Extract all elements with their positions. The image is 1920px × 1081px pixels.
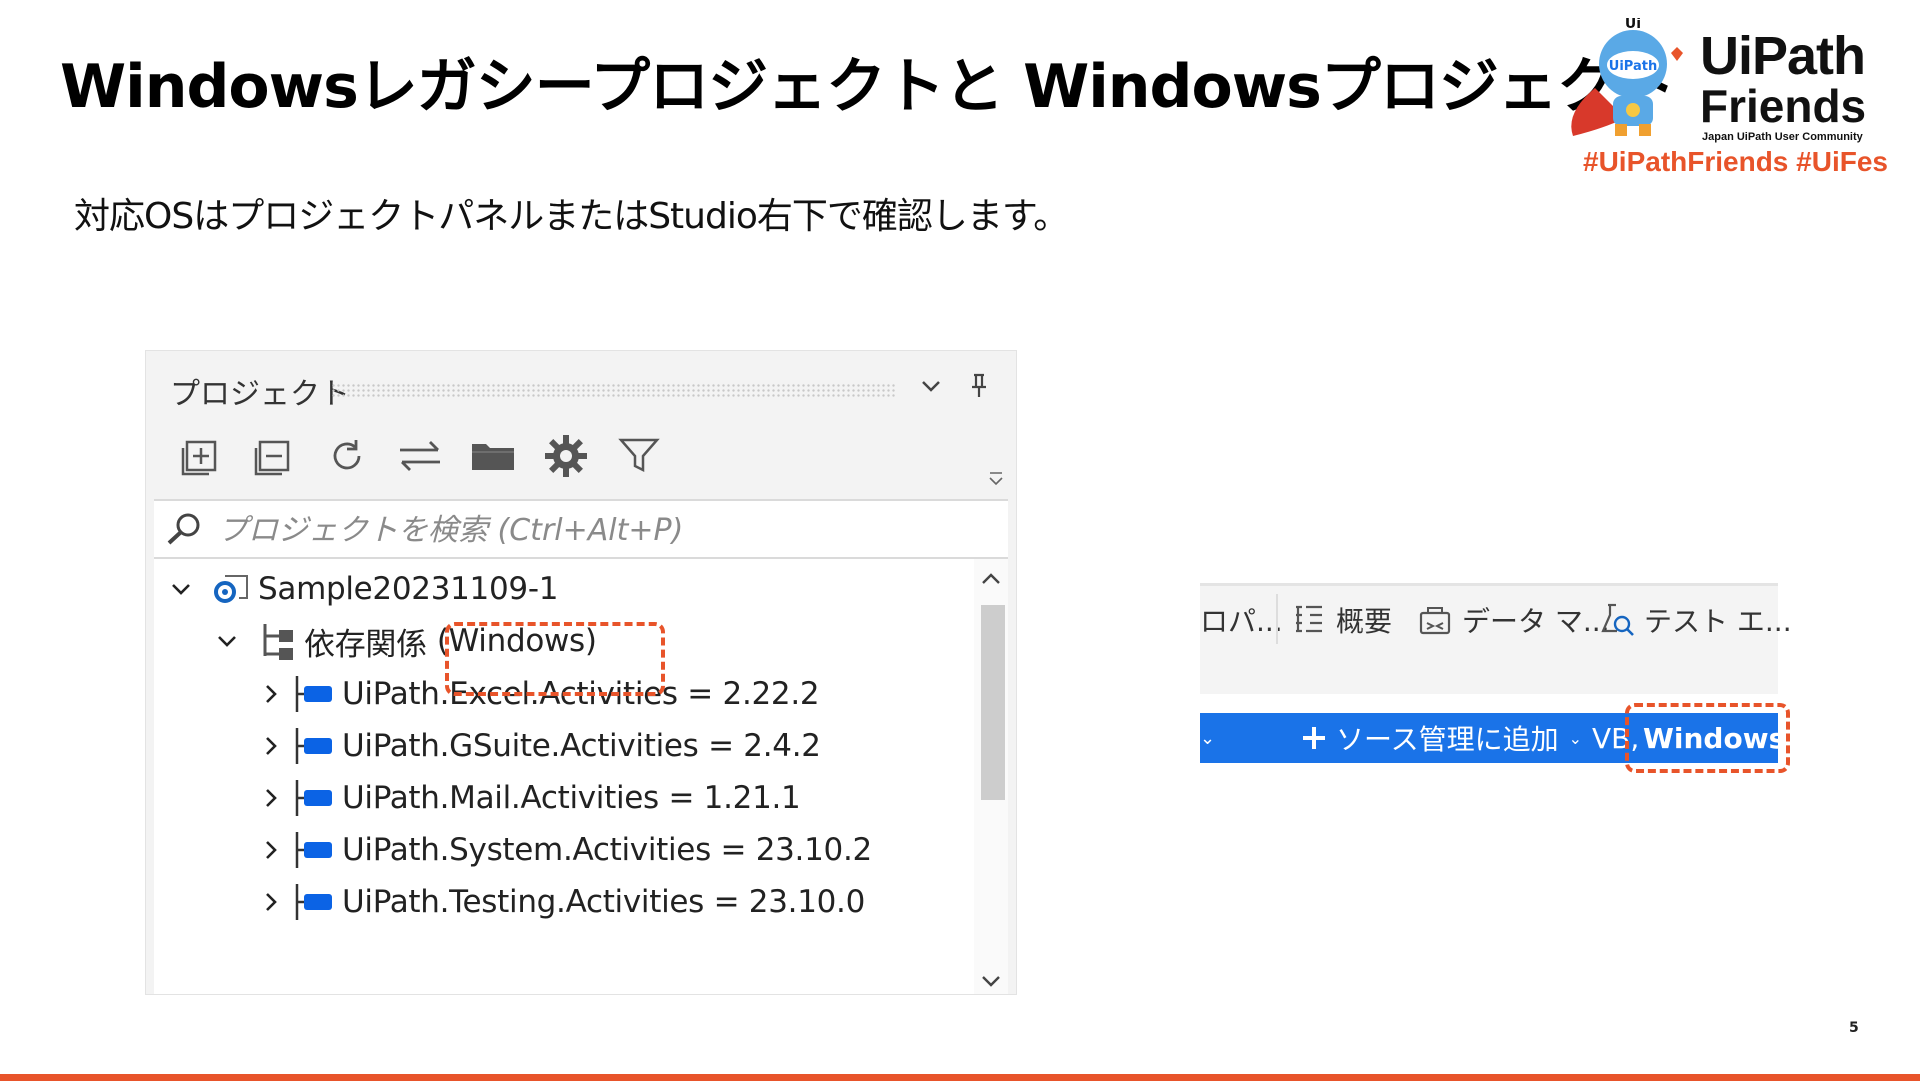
package-label: UiPath.System.Activities = 23.10.2	[342, 832, 872, 868]
mascot-badge-text: UiPath	[1609, 59, 1657, 74]
page-number: 5	[1849, 1020, 1859, 1036]
tab-data-manager[interactable]: データ マ...	[1418, 598, 1610, 642]
plus-icon	[1303, 727, 1325, 749]
chevron-down-icon[interactable]	[166, 574, 196, 604]
add-source-control-label: ソース管理に追加	[1336, 723, 1559, 756]
drag-grip[interactable]	[331, 383, 896, 397]
chevron-right-icon[interactable]	[256, 783, 286, 813]
tab-label: データ マ...	[1462, 605, 1610, 638]
package-label: UiPath.Mail.Activities = 1.21.1	[342, 780, 801, 816]
tree-row-package[interactable]: UiPath.Testing.Activities = 23.10.0	[256, 874, 865, 930]
tab-label: 概要	[1336, 605, 1393, 638]
tab-outline[interactable]: 概要	[1292, 598, 1392, 642]
bottom-accent-line	[0, 1074, 1920, 1081]
tab-label: ロパ...	[1200, 605, 1283, 638]
tab-label: テスト エ...	[1644, 605, 1792, 638]
project-search	[154, 499, 1008, 559]
tree-row-package[interactable]: UiPath.GSuite.Activities = 2.4.2	[256, 718, 821, 774]
package-label: UiPath.GSuite.Activities = 2.4.2	[342, 728, 821, 764]
search-input[interactable]	[216, 509, 980, 551]
logo-brand-line2: Friends	[1700, 80, 1867, 132]
outline-icon	[1296, 605, 1322, 633]
studio-statusbar-screenshot: ロパ... 概要 データ マ... テスト エ... ⌄ ソース管理に追加 ⌄ …	[1200, 583, 1792, 773]
package-label: UiPath.Testing.Activities = 23.10.0	[342, 884, 866, 920]
dependencies-label: 依存関係	[304, 626, 427, 663]
package-icon	[292, 830, 342, 870]
settings-icon[interactable]	[541, 431, 591, 481]
package-icon	[292, 726, 342, 766]
refresh-icon[interactable]	[322, 431, 372, 481]
logo-tagline: Japan UiPath User Community	[1702, 131, 1863, 143]
overflow-chevron-icon[interactable]	[986, 469, 1006, 493]
chevron-right-icon[interactable]	[256, 835, 286, 865]
mascot-icon: UiPath Ui	[1571, 18, 1683, 136]
chevron-right-icon[interactable]	[256, 731, 286, 761]
package-icon	[292, 674, 342, 714]
chevron-right-icon[interactable]	[256, 679, 286, 709]
scroll-up-icon[interactable]	[979, 567, 1003, 591]
project-settings-icon	[204, 572, 258, 606]
highlight-dependencies-os	[445, 622, 665, 696]
folder-icon[interactable]	[468, 431, 518, 481]
panel-header: プロジェクト	[146, 351, 1016, 419]
uipath-friends-logo: UiPath Ui UiPath Friends Japan UiPath Us…	[1565, 18, 1915, 178]
highlight-target-os	[1625, 703, 1790, 773]
tree-row-package[interactable]: UiPath.Mail.Activities = 1.21.1	[256, 770, 801, 826]
tree-scrollbar[interactable]	[974, 559, 1008, 994]
tab-truncated[interactable]: ロパ...	[1200, 598, 1283, 642]
chevron-right-icon[interactable]	[256, 887, 286, 917]
chevron-down-icon[interactable]	[212, 626, 242, 656]
filter-icon[interactable]	[614, 431, 664, 481]
scroll-thumb[interactable]	[981, 605, 1005, 800]
package-icon	[292, 882, 342, 922]
tab-test-explorer[interactable]: テスト エ...	[1600, 598, 1792, 642]
panel-toolbar	[146, 419, 1016, 499]
expand-all-icon[interactable]	[176, 431, 226, 481]
package-icon	[292, 778, 342, 818]
scroll-down-icon[interactable]	[979, 969, 1003, 993]
tree-row-root[interactable]: Sample20231109-1	[166, 561, 558, 617]
panel-title: プロジェクト	[170, 377, 350, 412]
project-name: Sample20231109-1	[258, 571, 559, 607]
dependencies-icon	[250, 622, 304, 660]
collapse-all-icon[interactable]	[249, 431, 299, 481]
bottom-tabs: ロパ... 概要 データ マ... テスト エ...	[1200, 583, 1792, 694]
slide-subtitle: 対応OSはプロジェクトパネルまたはStudio右下で確認します。	[74, 196, 1069, 237]
tree-row-package[interactable]: UiPath.System.Activities = 23.10.2	[256, 822, 872, 878]
search-icon	[167, 513, 200, 545]
chevron-down-icon: ⌄	[1568, 728, 1583, 748]
chevron-down-icon[interactable]: ⌄	[1200, 713, 1215, 763]
logo-hashtags: #UiPathFriends #UiFes	[1583, 146, 1888, 177]
slide-title: Windowsレガシープロジェクトと Windowsプロジェクト	[60, 52, 1676, 122]
pin-icon[interactable]	[964, 371, 994, 401]
mascot-top-text: Ui	[1625, 18, 1641, 32]
add-source-control-button[interactable]: ソース管理に追加 ⌄	[1300, 713, 1582, 763]
test-explorer-icon	[1601, 603, 1634, 636]
logo-brand-line1: UiPath	[1700, 26, 1866, 86]
chevron-down-icon[interactable]	[916, 371, 946, 401]
sync-icon[interactable]	[395, 431, 445, 481]
data-manager-icon	[1419, 607, 1451, 635]
